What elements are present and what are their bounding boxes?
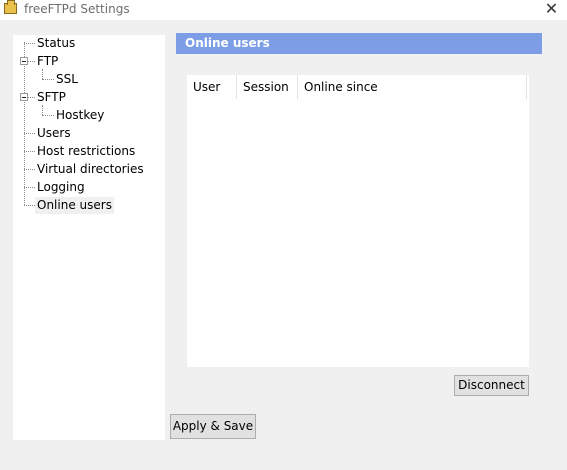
tree-item-ssl[interactable]: SSL: [54, 71, 80, 88]
tree-connector: [42, 115, 54, 116]
tree-connector: [24, 169, 35, 170]
section-title: Online users: [176, 33, 542, 54]
online-users-list[interactable]: User Session Online since: [187, 75, 529, 367]
column-header-session[interactable]: Session: [237, 75, 298, 99]
tree-connector: [24, 42, 25, 205]
close-icon[interactable]: ✕: [536, 0, 567, 20]
tree-item-hostkey[interactable]: Hostkey: [54, 107, 106, 124]
tree-connector: [24, 187, 35, 188]
tree-item-online-users[interactable]: Online users: [35, 197, 114, 214]
collapse-icon[interactable]: [20, 93, 28, 101]
tree-item-logging[interactable]: Logging: [35, 179, 87, 196]
tree-item-host-restrictions[interactable]: Host restrictions: [35, 143, 137, 160]
title-bar: freeFTPd Settings ✕: [0, 0, 567, 20]
tree-connector: [42, 69, 43, 79]
tree-item-users[interactable]: Users: [35, 125, 73, 142]
tree-connector: [42, 105, 43, 115]
tree-connector: [24, 151, 35, 152]
tree-item-ftp[interactable]: FTP: [35, 53, 60, 70]
settings-tree[interactable]: Status FTP SSL SFTP Hostkey Users Host r…: [13, 35, 165, 440]
column-header-online-since[interactable]: Online since: [298, 75, 527, 99]
tree-connector: [24, 43, 35, 44]
tree-item-status[interactable]: Status: [35, 35, 77, 52]
collapse-icon[interactable]: [20, 57, 28, 65]
tree-item-virtual-directories[interactable]: Virtual directories: [35, 161, 146, 178]
tree-item-sftp[interactable]: SFTP: [35, 89, 68, 106]
apply-save-button[interactable]: Apply & Save: [170, 414, 256, 439]
tree-connector: [24, 205, 35, 206]
tree-connector: [24, 133, 35, 134]
column-header-user[interactable]: User: [187, 75, 237, 99]
app-folder-icon: [4, 0, 17, 14]
window-title: freeFTPd Settings: [24, 2, 130, 16]
tree-connector: [42, 79, 54, 80]
list-header: User Session Online since: [187, 75, 527, 99]
disconnect-button[interactable]: Disconnect: [454, 375, 529, 396]
